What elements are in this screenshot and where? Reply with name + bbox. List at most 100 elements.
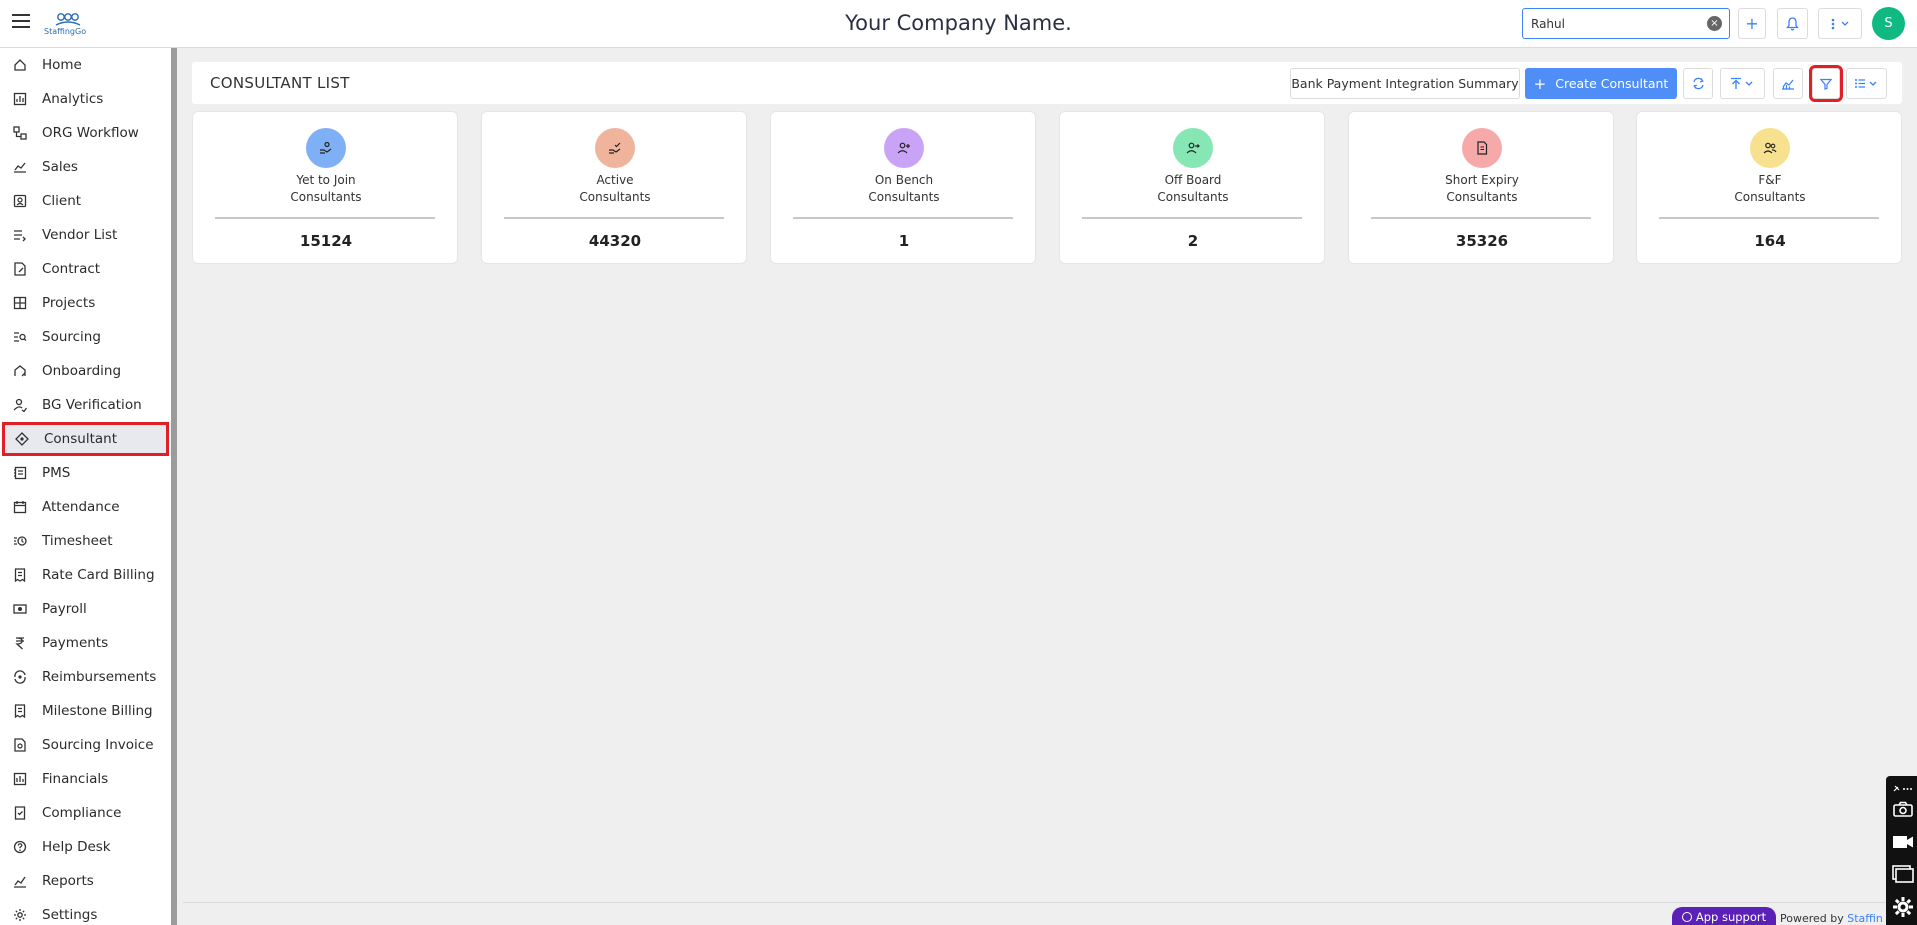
sidebar-item-attendance[interactable]: Attendance xyxy=(0,490,171,524)
sidebar-item-label: BG Verification xyxy=(42,397,142,413)
reimbursement-icon xyxy=(12,669,28,685)
sidebar-item-compliance[interactable]: Compliance xyxy=(0,796,171,830)
notifications-button[interactable] xyxy=(1777,8,1808,39)
sidebar-item-label: Contract xyxy=(42,261,101,277)
app-logo[interactable]: StaffingGo xyxy=(44,10,90,38)
sidebar-item-label: Home xyxy=(42,57,82,73)
sidebar-item-label: Compliance xyxy=(42,805,122,821)
bank-payment-summary-button[interactable]: Bank Payment Integration Summary xyxy=(1290,68,1520,99)
reports-icon xyxy=(12,873,28,889)
sidebar-item-analytics[interactable]: Analytics xyxy=(0,82,171,116)
sidebar-item-sales[interactable]: Sales xyxy=(0,150,171,184)
sidebar-item-org-workflow[interactable]: ORG Workflow xyxy=(0,116,171,150)
settings-icon xyxy=(12,907,28,923)
analytics-icon xyxy=(12,91,28,107)
milestone-icon xyxy=(12,703,28,719)
list-view-dropdown-button[interactable] xyxy=(1846,68,1887,99)
sidebar-item-milestone-billing[interactable]: Milestone Billing xyxy=(0,694,171,728)
sidebar-item-label: Sourcing xyxy=(42,329,101,345)
more-options-button[interactable] xyxy=(1818,8,1862,39)
upload-dropdown-button[interactable] xyxy=(1720,68,1765,99)
stat-card-label: Off Board Consultants xyxy=(1157,173,1229,204)
sidebar-item-rate-card-billing[interactable]: Rate Card Billing xyxy=(0,558,171,592)
sidebar-item-sourcing-invoice[interactable]: Sourcing Invoice xyxy=(0,728,171,762)
projects-icon xyxy=(12,295,28,311)
sidebar-item-payroll[interactable]: Payroll xyxy=(0,592,171,626)
screen-share-icon[interactable] xyxy=(1892,863,1914,885)
search-input[interactable] xyxy=(1523,9,1693,38)
divider xyxy=(1659,217,1879,219)
video-icon[interactable] xyxy=(1892,831,1914,853)
sidebar-item-home[interactable]: Home xyxy=(0,48,171,82)
sidebar-item-projects[interactable]: Projects xyxy=(0,286,171,320)
search-box[interactable]: × xyxy=(1522,8,1730,39)
analytics-chart-button[interactable] xyxy=(1773,68,1803,99)
powered-by-link[interactable]: Staffin xyxy=(1847,912,1883,925)
sidebar-item-reimbursements[interactable]: Reimbursements xyxy=(0,660,171,694)
sidebar-item-label: Sales xyxy=(42,159,78,175)
create-consultant-label: Create Consultant xyxy=(1555,76,1669,91)
sidebar-item-pms[interactable]: PMS xyxy=(0,456,171,490)
sidebar-item-label: Reimbursements xyxy=(42,669,157,685)
sidebar-item-label: Timesheet xyxy=(42,533,113,549)
sidebar-item-settings[interactable]: Settings xyxy=(0,898,171,925)
stat-card-short-expiry[interactable]: Short Expiry Consultants 35326 xyxy=(1348,111,1614,264)
stat-card-active[interactable]: Active Consultants 44320 xyxy=(481,111,747,264)
create-consultant-button[interactable]: + Create Consultant xyxy=(1525,68,1677,99)
stat-card-label: Short Expiry Consultants xyxy=(1445,173,1519,204)
sidebar-item-label: Help Desk xyxy=(42,839,111,855)
stat-card-off-board[interactable]: Off Board Consultants 2 xyxy=(1059,111,1325,264)
sidebar-item-client[interactable]: Client xyxy=(0,184,171,218)
app-support-button[interactable]: App support xyxy=(1672,907,1776,925)
logo-icon xyxy=(55,13,81,26)
sidebar-item-payments[interactable]: Payments xyxy=(0,626,171,660)
avatar[interactable]: S xyxy=(1872,7,1905,40)
consultant-list-header: CONSULTANT LIST Bank Payment Integration… xyxy=(192,62,1902,104)
footer xyxy=(183,902,1898,925)
sidebar-item-help-desk[interactable]: Help Desk xyxy=(0,830,171,864)
stat-card-on-bench[interactable]: On Bench Consultants 1 xyxy=(770,111,1036,264)
sidebar-item-consultant[interactable]: Consultant xyxy=(2,422,169,456)
page-title: CONSULTANT LIST xyxy=(210,74,350,92)
sidebar-item-timesheet[interactable]: Timesheet xyxy=(0,524,171,558)
menu-icon[interactable] xyxy=(12,14,30,32)
camera-icon[interactable] xyxy=(1892,798,1914,820)
sidebar-item-bg-verification[interactable]: BG Verification xyxy=(0,388,171,422)
stat-card-yet-to-join[interactable]: Yet to Join Consultants 15124 xyxy=(192,111,458,264)
add-button[interactable]: + xyxy=(1738,8,1766,39)
gear-icon[interactable] xyxy=(1892,896,1914,918)
client-icon xyxy=(12,193,28,209)
stat-card-count: 15124 xyxy=(299,232,353,250)
filter-button[interactable] xyxy=(1809,65,1843,102)
stat-card-count: 1 xyxy=(898,232,910,250)
sidebar-item-label: Onboarding xyxy=(42,363,122,379)
refresh-button[interactable] xyxy=(1683,68,1713,99)
divider xyxy=(504,217,724,219)
sidebar-item-onboarding[interactable]: Onboarding xyxy=(0,354,171,388)
filter-icon xyxy=(1820,78,1832,90)
sidebar-item-financials[interactable]: Financials xyxy=(0,762,171,796)
divider xyxy=(793,217,1013,219)
stat-card-count: 2 xyxy=(1187,232,1199,250)
sidebar-item-label: Rate Card Billing xyxy=(42,567,155,583)
upload-icon xyxy=(1730,77,1752,89)
stat-card-label: Yet to Join Consultants xyxy=(290,173,362,204)
sidebar-item-contract[interactable]: Contract xyxy=(0,252,171,286)
sourcing-icon xyxy=(12,329,28,345)
sidebar-item-vendor-list[interactable]: Vendor List xyxy=(0,218,171,252)
sidebar-item-sourcing[interactable]: Sourcing xyxy=(0,320,171,354)
stat-card-label: Active Consultants xyxy=(579,173,651,204)
refresh-icon xyxy=(1692,77,1704,90)
sidebar-item-label: Client xyxy=(42,193,82,209)
stat-card-fnf[interactable]: F&F Consultants 164 xyxy=(1636,111,1902,264)
sidebar-item-label: PMS xyxy=(42,465,71,481)
users-icon xyxy=(1750,128,1790,168)
clear-search-icon[interactable]: × xyxy=(1707,16,1722,31)
payroll-icon xyxy=(12,601,28,617)
sidebar-item-reports[interactable]: Reports xyxy=(0,864,171,898)
more-tools-icon[interactable] xyxy=(1892,778,1914,800)
billing-icon xyxy=(12,567,28,583)
timesheet-icon xyxy=(12,533,28,549)
workflow-icon xyxy=(12,125,28,141)
stat-card-count: 35326 xyxy=(1455,232,1509,250)
